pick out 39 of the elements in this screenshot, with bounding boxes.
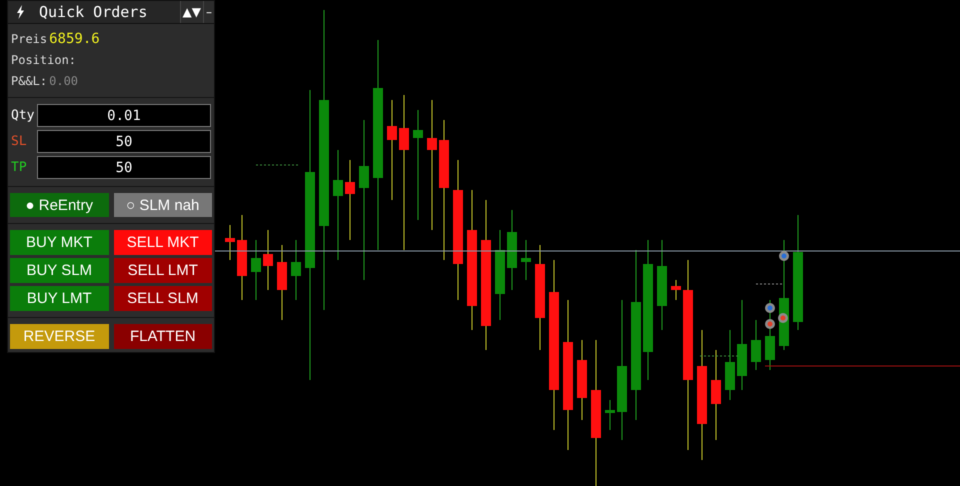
- field-label: SL: [11, 134, 28, 149]
- candle: [225, 224, 235, 260]
- candle: [251, 240, 261, 300]
- candle: [725, 330, 735, 400]
- title-control-button[interactable]: –: [203, 1, 214, 23]
- candle: [263, 230, 273, 290]
- info-label: P&&L:: [11, 74, 48, 88]
- info-value: 0.00: [49, 74, 78, 88]
- candle: [605, 400, 615, 430]
- order-button[interactable]: BUY MKT: [10, 230, 108, 255]
- buy-marker-icon: [779, 251, 789, 261]
- sell-marker-icon: [778, 313, 788, 323]
- toggle-button[interactable]: ● ReEntry: [10, 193, 108, 217]
- info-label: Preis: [11, 32, 48, 46]
- order-button[interactable]: SELL SLM: [114, 286, 212, 311]
- info-label: Position:: [11, 53, 76, 67]
- order-button[interactable]: BUY LMT: [10, 286, 108, 311]
- info-value: 6859.6: [49, 31, 100, 47]
- candle: [751, 320, 761, 370]
- sell-marker-icon: [765, 319, 775, 329]
- candle: [291, 240, 301, 300]
- buy-marker-icon: [765, 303, 775, 313]
- level-line: [256, 164, 300, 166]
- candle: [521, 240, 531, 280]
- title-control-button[interactable]: ▲▼: [180, 1, 203, 23]
- candle: [765, 300, 775, 370]
- order-button[interactable]: BUY SLM: [10, 258, 108, 283]
- toggle-button[interactable]: ○ SLM nah: [114, 193, 212, 217]
- input-field[interactable]: 50: [37, 130, 211, 153]
- lightning-icon: [16, 5, 25, 19]
- input-field[interactable]: 50: [37, 156, 211, 179]
- action-button[interactable]: FLATTEN: [114, 324, 212, 349]
- order-button[interactable]: SELL MKT: [114, 230, 212, 255]
- candle: [671, 280, 681, 300]
- field-label: Qty: [11, 108, 35, 123]
- order-button[interactable]: SELL LMT: [114, 258, 212, 283]
- input-field[interactable]: 0.01: [37, 104, 211, 127]
- panel-title: Quick Orders: [39, 3, 148, 21]
- field-label: TP: [11, 160, 28, 175]
